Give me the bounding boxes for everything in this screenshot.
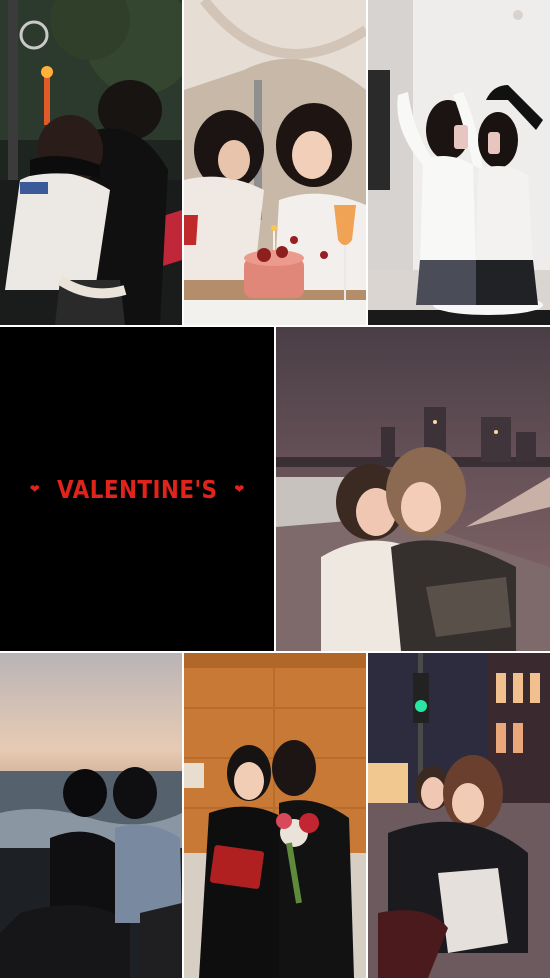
- photo-collage: ❤ VALENTINE'S ❤: [0, 0, 550, 978]
- photo-friends-hug-city-skyline: [276, 327, 550, 651]
- photo-friends-hugging-night-street: [0, 0, 182, 325]
- photo-mirror-selfie-two-friends: [368, 0, 550, 325]
- photo-friends-laughing-cake-dinner: [184, 0, 366, 325]
- heart-icon: ❤: [29, 482, 40, 496]
- photo-friends-sunset-beach: [0, 653, 182, 978]
- heart-icon: ❤: [234, 482, 245, 496]
- valentines-title-tile: ❤ VALENTINE'S ❤: [0, 327, 274, 651]
- valentines-title: VALENTINE'S: [56, 474, 218, 504]
- photo-graduation-kiss: [184, 653, 366, 978]
- photo-friends-hug-city-street-night: [368, 653, 550, 978]
